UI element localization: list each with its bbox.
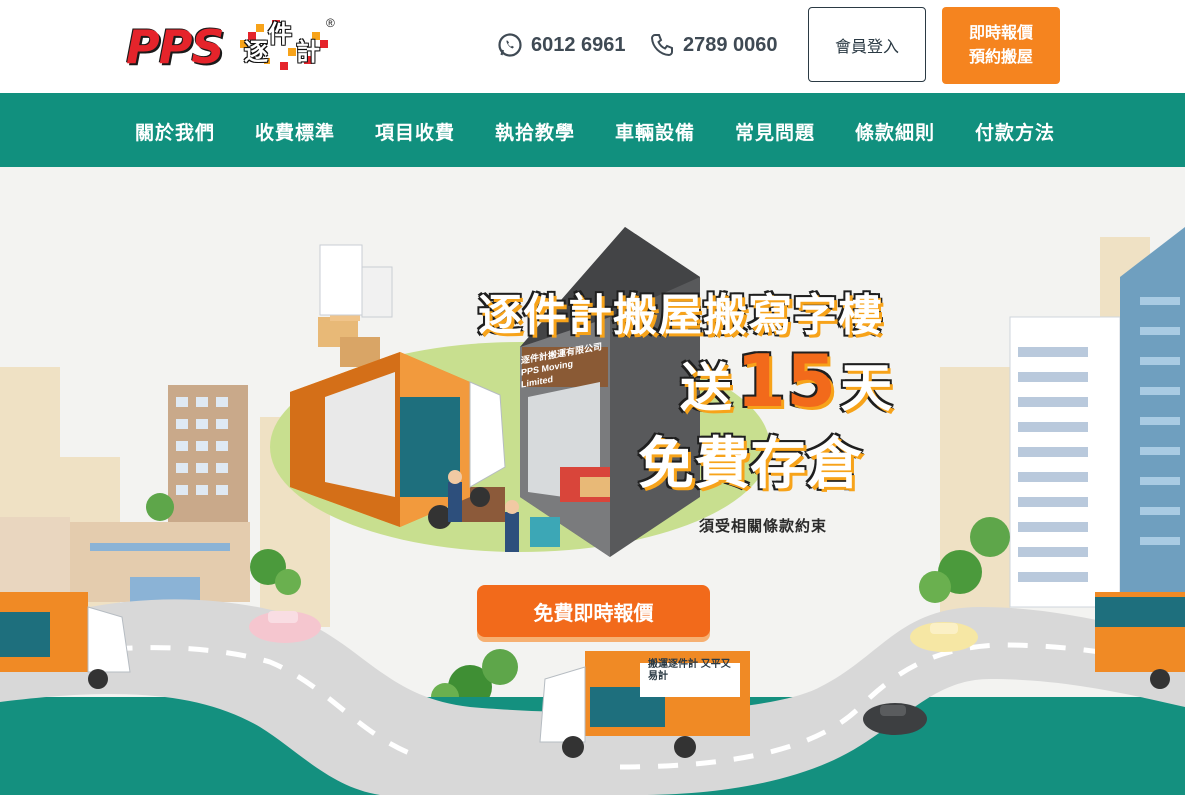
hero-illustration	[0, 227, 1185, 795]
hero-title-days-number: 15	[735, 338, 837, 424]
logo-char-2: 件	[268, 20, 292, 48]
nav-vehicles[interactable]: 車輛設備	[615, 118, 695, 145]
site-header: PPS 逐 件 計 ® 6012 6961 2789 0060 會員登入 即時報…	[0, 0, 1185, 93]
logo-char-3: 計	[296, 38, 320, 66]
whatsapp-icon	[498, 33, 522, 57]
quote-label-line2: 預約搬屋	[968, 48, 1033, 66]
nav-terms[interactable]: 條款細則	[855, 118, 935, 145]
logo-char-1: 逐	[244, 38, 268, 66]
registered-mark: ®	[326, 16, 335, 30]
pps-logo[interactable]: PPS 逐 件 計 ®	[126, 16, 338, 74]
hero-banner: 逐件計搬屋搬寫字樓 送15天 免費存倉 須受相關條款約束 逐件計搬運有限公司 P…	[0, 167, 1185, 795]
free-quote-cta-button[interactable]: 免費即時報價	[477, 585, 710, 637]
hero-title-send: 送	[679, 358, 733, 420]
truck-slogan: 搬運逐件計 又平又易計	[648, 659, 731, 682]
right-office-tower	[1009, 316, 1121, 608]
phone-number: 2789 0060	[683, 33, 778, 56]
whatsapp-contact[interactable]: 6012 6961	[497, 32, 626, 58]
hero-title-line1: 逐件計搬屋搬寫字樓	[477, 289, 883, 342]
member-login-button[interactable]: 會員登入	[808, 7, 926, 82]
logo-chinese: 逐 件 計	[238, 18, 332, 70]
hero-title-day-unit: 天	[839, 358, 893, 420]
terms-note: 須受相關條款約束	[699, 518, 828, 535]
main-nav: 關於我們 收費標準 項目收費 執拾教學 車輛設備 常見問題 條款細則 付款方法	[0, 93, 1185, 167]
instant-quote-button[interactable]: 即時報價 預約搬屋	[942, 7, 1060, 84]
nav-payment[interactable]: 付款方法	[975, 118, 1055, 145]
hero-title-line2: 送15天	[679, 338, 893, 424]
nav-faq[interactable]: 常見問題	[735, 118, 815, 145]
logo-wordmark: PPS	[126, 20, 225, 74]
phone-contact[interactable]: 2789 0060	[649, 32, 778, 58]
quote-label-line1: 即時報價	[968, 24, 1033, 42]
nav-about[interactable]: 關於我們	[135, 118, 215, 145]
nav-pricing[interactable]: 收費標準	[255, 118, 335, 145]
whatsapp-number: 6012 6961	[531, 33, 626, 56]
nav-item-charges[interactable]: 項目收費	[375, 118, 455, 145]
hero-title-line3: 免費存倉	[637, 431, 863, 498]
phone-icon	[650, 34, 673, 57]
nav-packing-guide[interactable]: 執拾教學	[495, 118, 575, 145]
